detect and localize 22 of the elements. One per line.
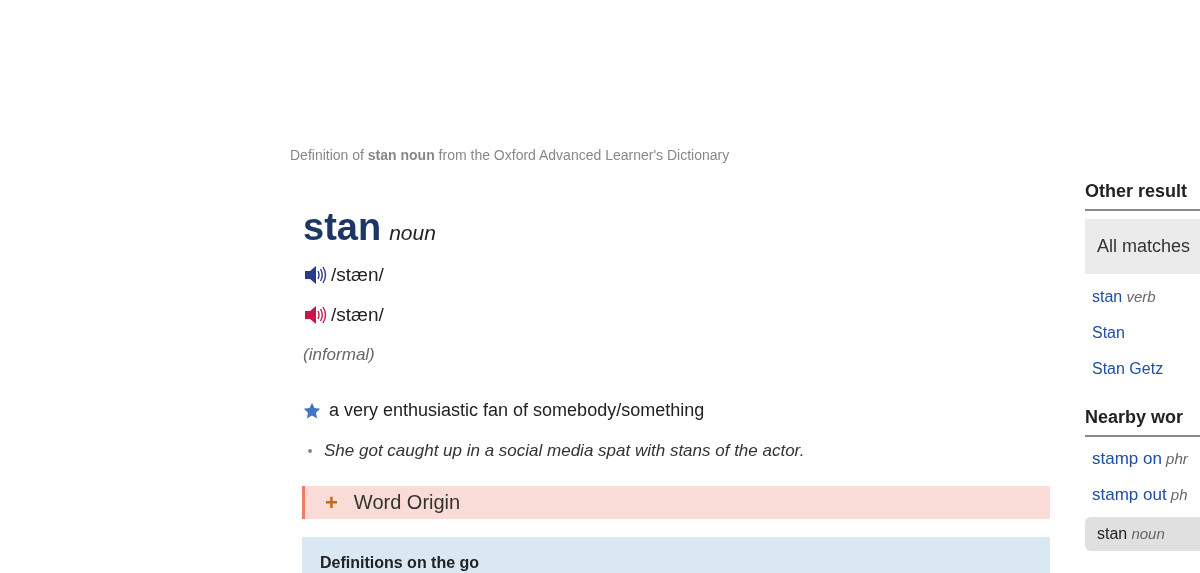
result-link[interactable]: Stan Getz bbox=[1085, 356, 1200, 382]
sidebar-heading: Nearby wor bbox=[1085, 404, 1200, 437]
result-link[interactable]: Stan bbox=[1085, 320, 1200, 346]
example-sentence: She got caught up in a social media spat with stans of the actor. bbox=[324, 440, 805, 462]
result-link[interactable]: stan verb bbox=[1085, 284, 1200, 310]
british-speaker-icon[interactable] bbox=[303, 263, 327, 286]
nearby-word-link[interactable]: stamp out ph bbox=[1085, 481, 1200, 509]
american-speaker-icon[interactable] bbox=[303, 304, 327, 327]
definition-text: a very enthusiastic fan of somebody/something bbox=[329, 399, 705, 422]
bullet-icon bbox=[308, 448, 312, 453]
source-line: Definition of stan noun from the Oxford Advanced Learner's Dictionary bbox=[290, 146, 730, 165]
word-origin-toggle[interactable]: + Word Origin bbox=[302, 485, 1050, 519]
nearby-word-link[interactable]: stamp on phr bbox=[1085, 445, 1200, 473]
phonetic-text: /stæn/ bbox=[331, 303, 384, 327]
register-label: (informal) bbox=[303, 343, 375, 366]
phonetic-text: /stæn/ bbox=[331, 262, 384, 287]
part-of-speech: noun bbox=[389, 220, 436, 246]
all-matches-tab[interactable]: All matches bbox=[1085, 219, 1200, 274]
headword: stan bbox=[303, 208, 382, 246]
nearby-word-link[interactable]: stan noun bbox=[1085, 517, 1200, 551]
sidebar-heading: Other result bbox=[1085, 178, 1200, 211]
panel-title: Definitions on the go bbox=[320, 553, 480, 571]
